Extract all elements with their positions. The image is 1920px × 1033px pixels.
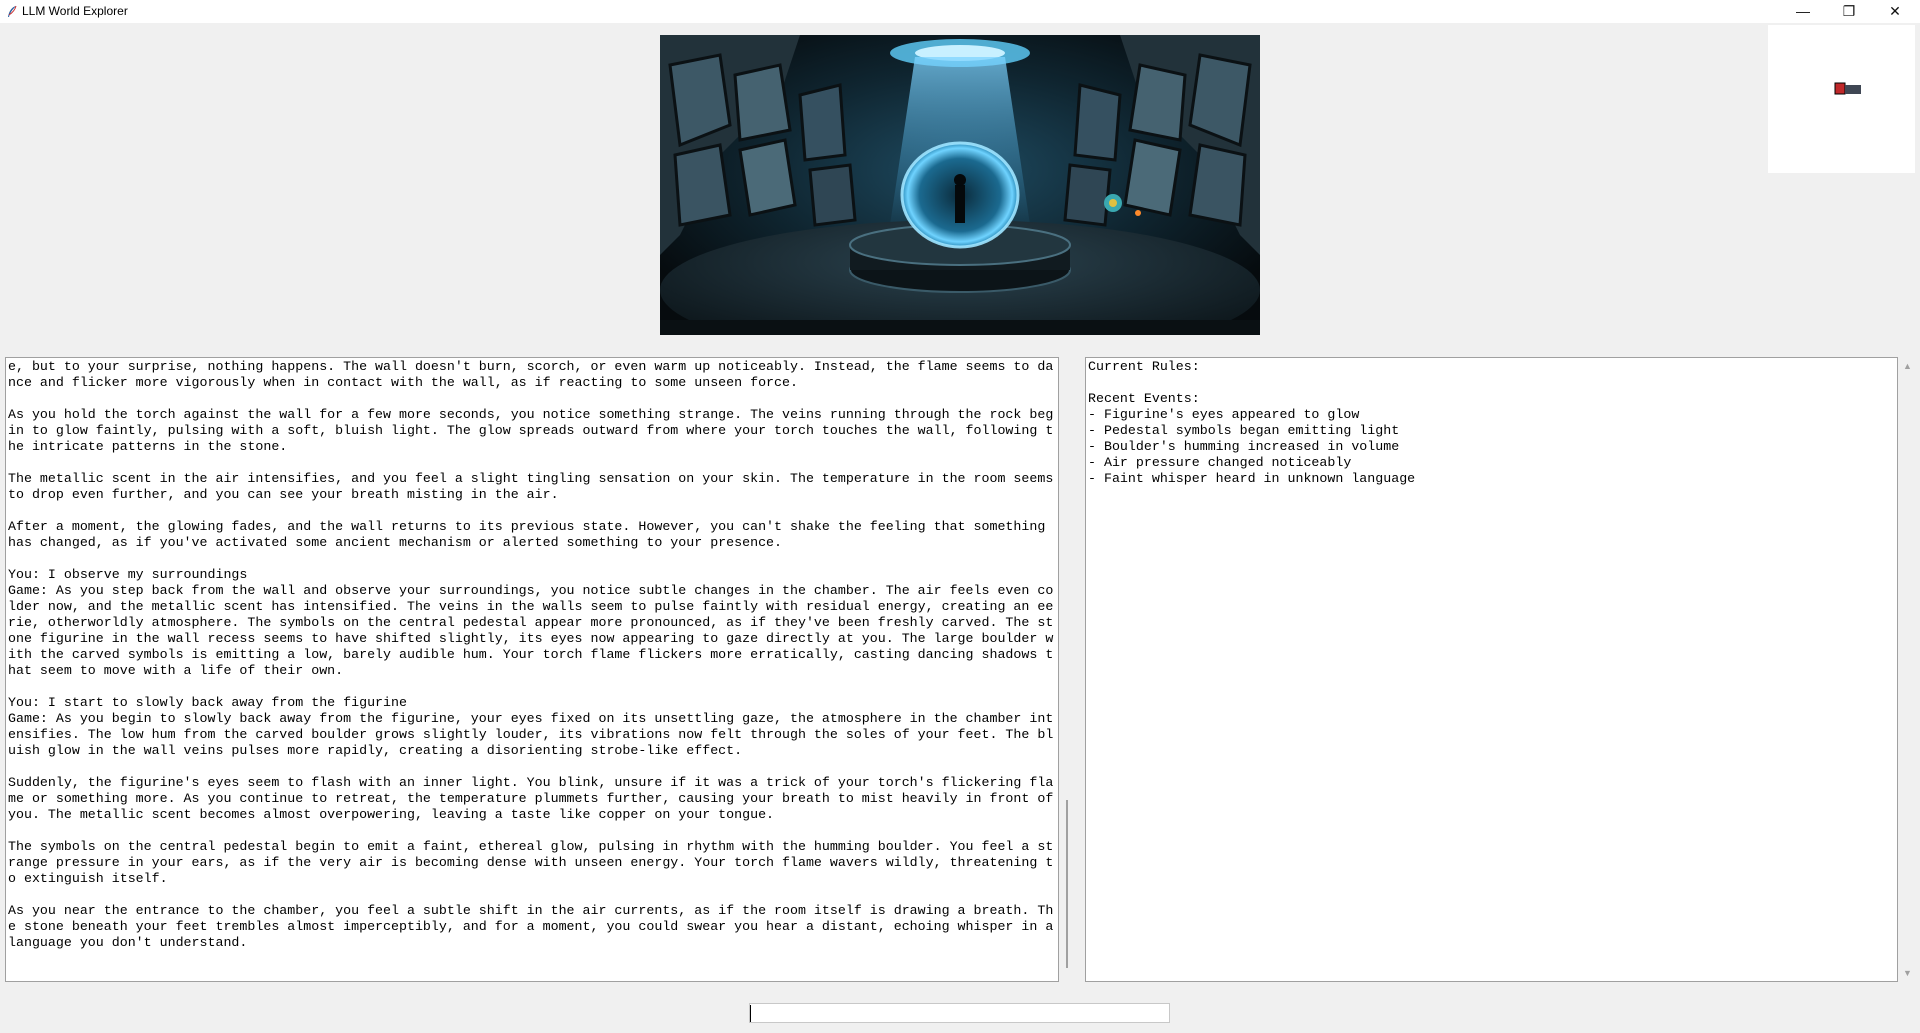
close-button[interactable]: ✕ — [1872, 0, 1918, 22]
scroll-up-icon[interactable]: ▲ — [1903, 361, 1912, 371]
minimap-canvas — [1834, 82, 1861, 95]
minimap-room — [1845, 85, 1853, 94]
rules-panel[interactable]: Current Rules: Recent Events: - Figurine… — [1085, 357, 1898, 982]
feather-icon — [8, 5, 17, 17]
close-icon: ✕ — [1889, 2, 1901, 19]
story-scrollbar-thumb[interactable] — [1066, 800, 1068, 968]
window-title: LLM World Explorer — [22, 4, 128, 18]
rules-scrollbar[interactable]: ▲ ▼ — [1898, 357, 1918, 982]
minimize-button[interactable]: — — [1780, 0, 1826, 22]
restore-icon: ❐ — [1842, 2, 1856, 19]
scroll-down-icon[interactable]: ▼ — [1903, 968, 1912, 978]
story-text: e, but to your surprise, nothing happens… — [8, 359, 1054, 950]
minimap-room — [1853, 85, 1861, 94]
scene-image — [660, 35, 1260, 335]
minimap-current-room — [1834, 82, 1846, 95]
text-cursor — [750, 1005, 751, 1022]
restore-button[interactable]: ❐ — [1826, 0, 1872, 22]
title-bar: LLM World Explorer — ❐ ✕ — [0, 0, 1920, 23]
story-output[interactable]: e, but to your surprise, nothing happens… — [5, 357, 1059, 982]
rules-text: Current Rules: Recent Events: - Figurine… — [1088, 359, 1416, 486]
minimap — [1768, 25, 1915, 173]
minimize-icon: — — [1796, 3, 1810, 19]
portal-chamber-image — [660, 35, 1260, 335]
command-input[interactable] — [749, 1003, 1170, 1023]
